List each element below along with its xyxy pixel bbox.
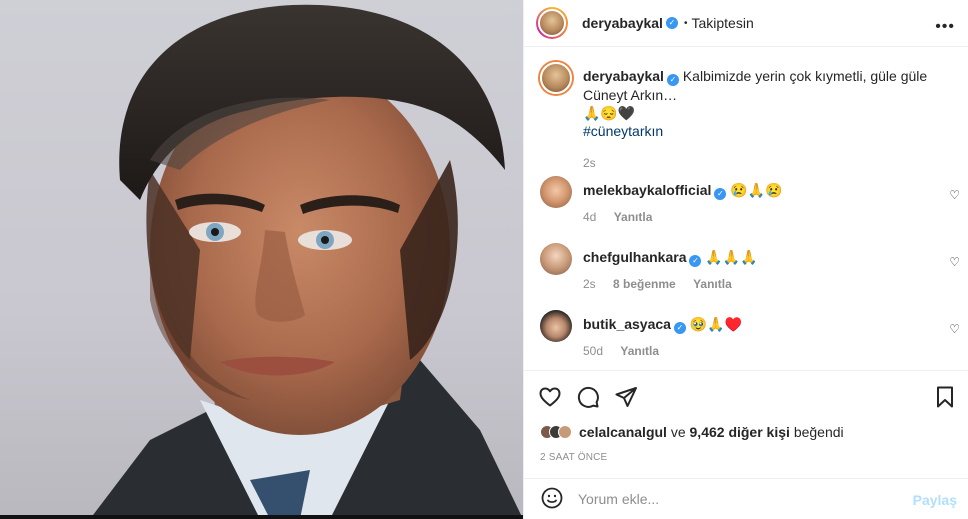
verified-badge-icon: ✓ bbox=[665, 17, 678, 29]
follow-state-label[interactable]: Takiptesin bbox=[691, 15, 753, 31]
reply-button[interactable]: Yanıtla bbox=[693, 277, 732, 291]
comment-username[interactable]: chefgulhankara bbox=[583, 249, 686, 265]
comments-section: deryabaykal ✓ Kalbimizde yerin çok kıymet… bbox=[524, 48, 968, 370]
author-username[interactable]: deryabaykal bbox=[582, 15, 663, 31]
emoji-icon[interactable] bbox=[540, 486, 564, 513]
caption-hashtag[interactable]: #cüneytarkın bbox=[583, 122, 943, 140]
likes-count[interactable]: 9,462 diğer kişi bbox=[690, 424, 790, 440]
reply-button[interactable]: Yanıtla bbox=[614, 210, 653, 224]
comment-body: butik_asyaca ✓ 🥹🙏♥️ 50d Yanıtla bbox=[583, 315, 943, 360]
likes-suffix: beğendi bbox=[793, 424, 844, 440]
comment-username[interactable]: butik_asyaca bbox=[583, 316, 671, 332]
caption-username[interactable]: deryabaykal bbox=[583, 68, 664, 84]
comment-text: 😢🙏😢 bbox=[730, 182, 783, 198]
more-horizontal-icon[interactable]: ••• bbox=[935, 18, 955, 36]
post-header: deryabaykal ✓ • Takiptesin ••• bbox=[524, 0, 968, 47]
heart-icon[interactable]: ♡ bbox=[949, 255, 960, 269]
photo-bottom-edge bbox=[0, 515, 523, 519]
bookmark-icon[interactable] bbox=[933, 385, 957, 409]
likes-summary: celalcanalgul ve 9,462 diğer kişi beğend… bbox=[540, 424, 844, 440]
comment-icon[interactable] bbox=[576, 385, 600, 409]
reply-button[interactable]: Yanıtla bbox=[620, 344, 659, 358]
post-side-panel: deryabaykal ✓ • Takiptesin ••• deryabayk… bbox=[523, 0, 968, 519]
comment-compose: Paylaş bbox=[524, 478, 968, 519]
liker-avatar[interactable] bbox=[558, 425, 572, 439]
heart-icon[interactable]: ♡ bbox=[949, 322, 960, 336]
verified-badge-icon: ✓ bbox=[673, 322, 686, 334]
send-icon[interactable] bbox=[614, 385, 638, 409]
separator-dot: • bbox=[683, 17, 688, 29]
comment-likes[interactable]: 8 beğenme bbox=[613, 277, 676, 291]
comment-text: 🥹🙏♥️ bbox=[689, 316, 743, 332]
comment-time[interactable]: 2s bbox=[583, 277, 596, 291]
post-timestamp[interactable]: 2 SAAT ÖNCE bbox=[540, 452, 607, 463]
portrait-illustration bbox=[90, 4, 523, 519]
commenter-avatar[interactable] bbox=[540, 243, 572, 275]
comment-time[interactable]: 50d bbox=[583, 344, 603, 358]
comment-input[interactable] bbox=[578, 491, 898, 507]
verified-badge-icon: ✓ bbox=[666, 74, 679, 86]
caption-body: deryabaykal ✓ Kalbimizde yerin çok kıymet… bbox=[583, 67, 943, 172]
post-photo[interactable] bbox=[0, 0, 523, 519]
post-actions: celalcanalgul ve 9,462 diğer kişi beğend… bbox=[524, 370, 968, 478]
comment-time[interactable]: 4d bbox=[583, 210, 596, 224]
comment-body: chefgulhankara ✓ 🙏🙏🙏 2s 8 beğenme Yanıtla bbox=[583, 248, 943, 293]
share-button[interactable]: Paylaş bbox=[913, 492, 957, 508]
comment-body: melekbaykalofficial ✓ 😢🙏😢 4d Yanıtla bbox=[583, 181, 943, 226]
likes-joiner: ve bbox=[670, 424, 686, 440]
caption-emojis: 🙏😔🖤 bbox=[583, 105, 636, 121]
instagram-post-view: deryabaykal ✓ • Takiptesin ••• deryabayk… bbox=[0, 0, 968, 519]
commenter-avatar[interactable] bbox=[540, 176, 572, 208]
comment-username[interactable]: melekbaykalofficial bbox=[583, 182, 711, 198]
author-avatar[interactable] bbox=[536, 7, 568, 39]
author-avatar[interactable] bbox=[540, 62, 572, 94]
verified-badge-icon: ✓ bbox=[689, 255, 702, 267]
heart-icon[interactable]: ♡ bbox=[949, 188, 960, 202]
first-liker-username[interactable]: celalcanalgul bbox=[579, 424, 667, 440]
caption-time[interactable]: 2s bbox=[583, 156, 596, 170]
verified-badge-icon: ✓ bbox=[714, 188, 727, 200]
commenter-avatar[interactable] bbox=[540, 310, 572, 342]
heart-icon[interactable] bbox=[538, 385, 562, 409]
comment-text: 🙏🙏🙏 bbox=[705, 249, 758, 265]
